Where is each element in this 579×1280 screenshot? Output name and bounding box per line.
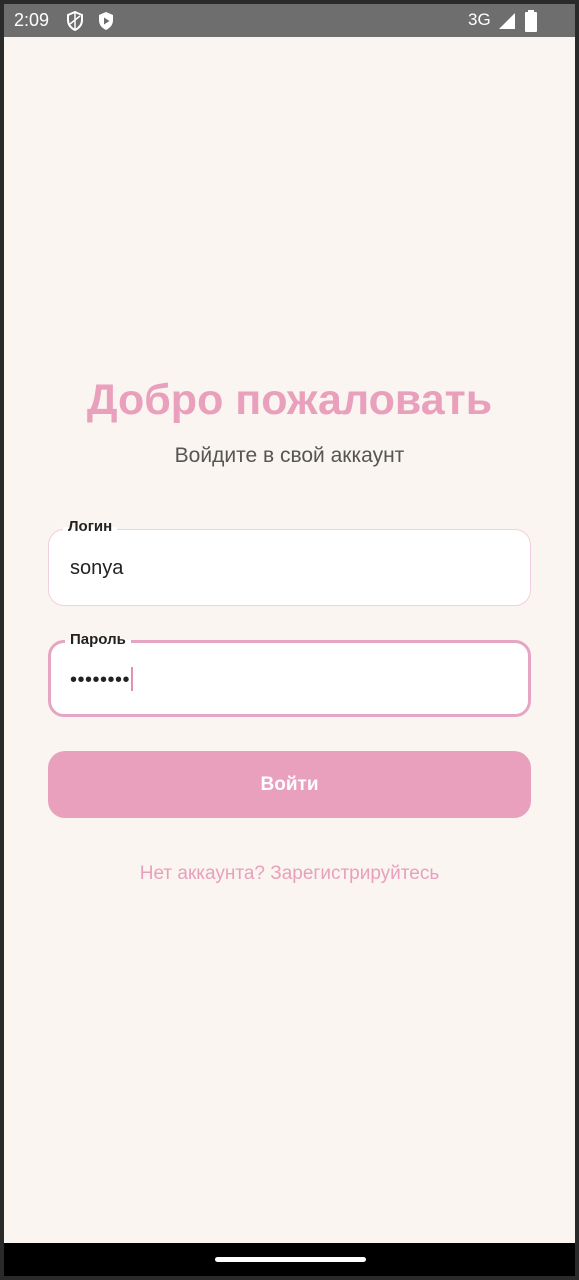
navigation-bar [4,1243,575,1276]
password-field-label: Пароль [65,630,131,650]
login-button[interactable]: Войти [48,751,531,818]
page-subtitle: Войдите в свой аккаунт [174,444,405,467]
password-field[interactable]: Пароль •••••••• [48,630,531,717]
status-bar: 2:09 3G [4,4,575,37]
text-cursor [131,667,134,691]
signal-icon [499,13,515,29]
status-time: 2:09 [14,10,50,30]
network-type: 3G [468,10,491,29]
home-handle[interactable] [215,1257,366,1262]
app-screen: 2:09 3G Добро пожаловать Войдите в свой … [4,4,575,1276]
login-field-value[interactable]: sonya [70,556,123,580]
play-protect-icon [99,12,113,30]
battery-icon [525,10,537,32]
shield-icon [67,11,83,31]
register-link[interactable]: Нет аккаунта? Зарегистрируйтесь [4,862,575,886]
login-field[interactable]: Логин sonya [48,517,531,606]
password-field-value-wrap[interactable]: •••••••• [70,667,134,692]
password-field-value[interactable]: •••••••• [70,669,130,691]
login-field-label: Логин [63,517,118,537]
page-title: Добро пожаловать [86,376,493,424]
